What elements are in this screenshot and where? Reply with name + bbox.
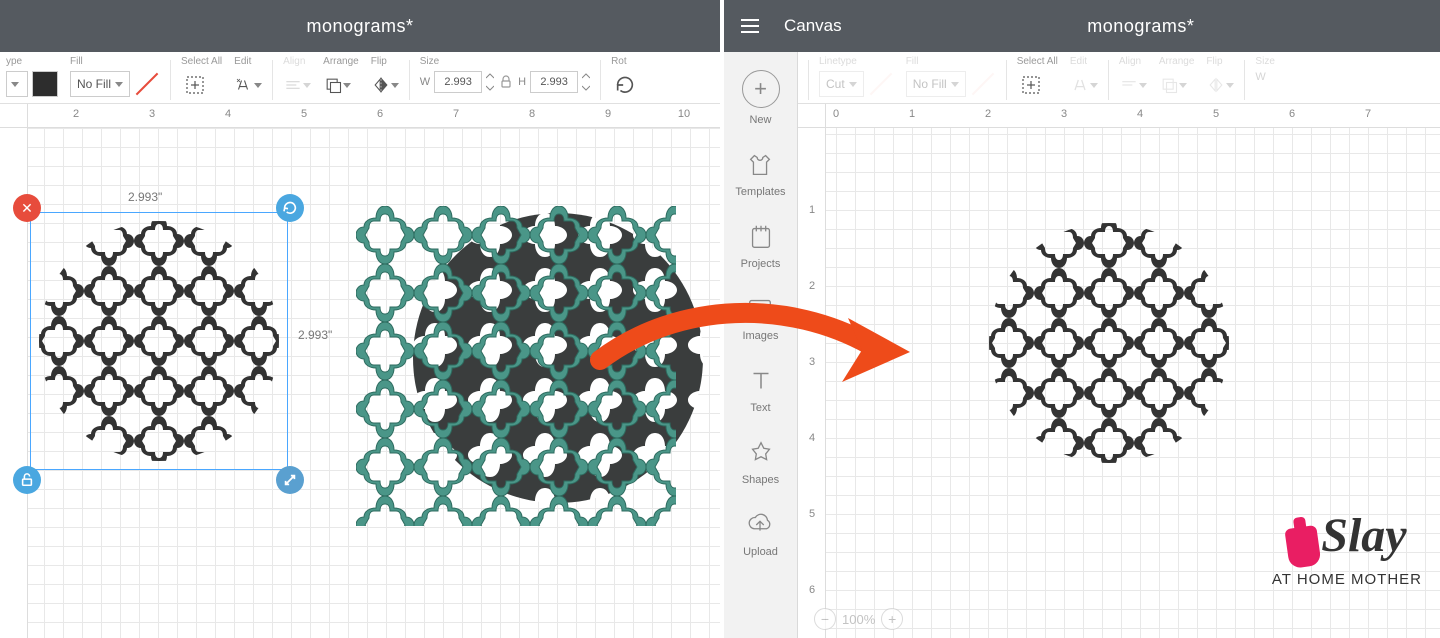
width-input[interactable] (434, 71, 482, 93)
plus-icon: + (742, 70, 780, 108)
zoom-in-button[interactable]: + (881, 608, 903, 630)
ruler-vertical-r: 1 2 3 4 5 6 (798, 128, 826, 638)
right-toolbar: Linetype Cut Fill No Fill Select All Edi… (724, 52, 1440, 104)
resize-handle[interactable] (276, 466, 304, 494)
zoom-out-button[interactable]: − (814, 608, 836, 630)
select-all-group: Select All (175, 56, 228, 99)
no-fill-icon-r (970, 71, 996, 97)
stepper-icon[interactable] (582, 72, 590, 92)
edit-button-r[interactable] (1070, 71, 1098, 99)
left-sidebar: + New Templates Projects Images Text Sha… (724, 52, 798, 638)
left-toolbar: ype Fill No Fill Select All Edit Align (0, 52, 720, 104)
height-dimension: 2.993" (298, 328, 332, 342)
sidebar-upload[interactable]: Upload (743, 510, 778, 558)
lock-icon[interactable] (498, 74, 514, 90)
ruler-horizontal: 2 3 4 5 6 7 8 9 10 (28, 104, 720, 128)
no-fill-icon (134, 71, 160, 97)
edit-group-r: Edit (1064, 56, 1104, 99)
fill-group: Fill No Fill (64, 56, 166, 97)
grid[interactable]: ✕ 2.993" 2.993" (28, 128, 720, 638)
flip-group: Flip (365, 56, 405, 99)
linetype-group: ype (0, 56, 64, 97)
size-group-r: Size W (1249, 56, 1280, 83)
edit-button[interactable] (234, 71, 262, 99)
flip-button[interactable] (371, 71, 399, 99)
linetype-swatch-r (868, 71, 894, 97)
select-all-button[interactable] (181, 71, 209, 99)
linetype-dropdown[interactable] (6, 71, 28, 97)
stepper-icon[interactable] (486, 72, 494, 92)
fill-dropdown[interactable]: No Fill (70, 71, 130, 97)
pattern-object-teal[interactable] (356, 206, 676, 526)
zoom-value: 100% (842, 612, 875, 627)
pattern-object-result[interactable] (984, 218, 1234, 468)
shirt-icon (745, 150, 775, 180)
rotate-handle[interactable] (276, 194, 304, 222)
align-button[interactable] (283, 71, 311, 99)
linetype-dropdown-r[interactable]: Cut (819, 71, 864, 97)
apron-icon (1285, 525, 1322, 569)
arrange-group: Arrange (317, 56, 365, 99)
fill-group-r: Fill No Fill (900, 56, 1002, 97)
lock-handle[interactable] (13, 466, 41, 494)
rotate-group: Rot (605, 56, 645, 99)
sidebar-images[interactable]: Images (742, 294, 778, 342)
width-dimension: 2.993" (128, 190, 162, 204)
zoom-control[interactable]: − 100% + (814, 608, 903, 630)
edit-group: Edit (228, 56, 268, 99)
align-group: Align (277, 56, 317, 99)
text-icon (746, 366, 776, 396)
left-title: monograms* (0, 16, 720, 37)
sidebar-projects[interactable]: Projects (741, 222, 781, 270)
pattern-object-black[interactable] (34, 216, 284, 466)
linetype-group-r: Linetype Cut (813, 56, 900, 97)
image-icon (745, 294, 775, 324)
delete-handle[interactable]: ✕ (13, 194, 41, 222)
sidebar-templates[interactable]: Templates (735, 150, 785, 198)
upload-icon (745, 510, 775, 540)
rotate-button[interactable] (611, 71, 639, 99)
sidebar-text[interactable]: Text (746, 366, 776, 414)
select-all-button-r[interactable] (1017, 71, 1045, 99)
select-all-group-r: Select All (1011, 56, 1064, 99)
right-title: monograms* (842, 16, 1440, 37)
sidebar-shapes[interactable]: Shapes (742, 438, 779, 486)
watermark: Slay AT HOME MOTHER (1272, 517, 1422, 588)
flip-group-r: Flip (1200, 56, 1240, 99)
left-titlebar: monograms* (0, 0, 720, 52)
shapes-icon (746, 438, 776, 468)
left-canvas[interactable]: 2 3 4 5 6 7 8 9 10 (0, 104, 720, 638)
fill-dropdown-r[interactable]: No Fill (906, 71, 966, 97)
left-panel: monograms* ype Fill No Fill Select All E… (0, 0, 720, 638)
linetype-swatch[interactable] (32, 71, 58, 97)
notebook-icon (746, 222, 776, 252)
menu-button[interactable] (724, 0, 776, 52)
sidebar-new[interactable]: + New (742, 70, 780, 126)
arrange-group-r: Arrange (1153, 56, 1201, 99)
ruler-horizontal-r: 0 1 2 3 4 5 6 7 (826, 104, 1440, 128)
align-group-r: Align (1113, 56, 1153, 99)
height-input[interactable] (530, 71, 578, 93)
size-group: Size W H (414, 56, 596, 93)
right-titlebar: Canvas monograms* (724, 0, 1440, 52)
arrange-button[interactable] (323, 71, 351, 99)
canvas-label: Canvas (784, 16, 842, 36)
